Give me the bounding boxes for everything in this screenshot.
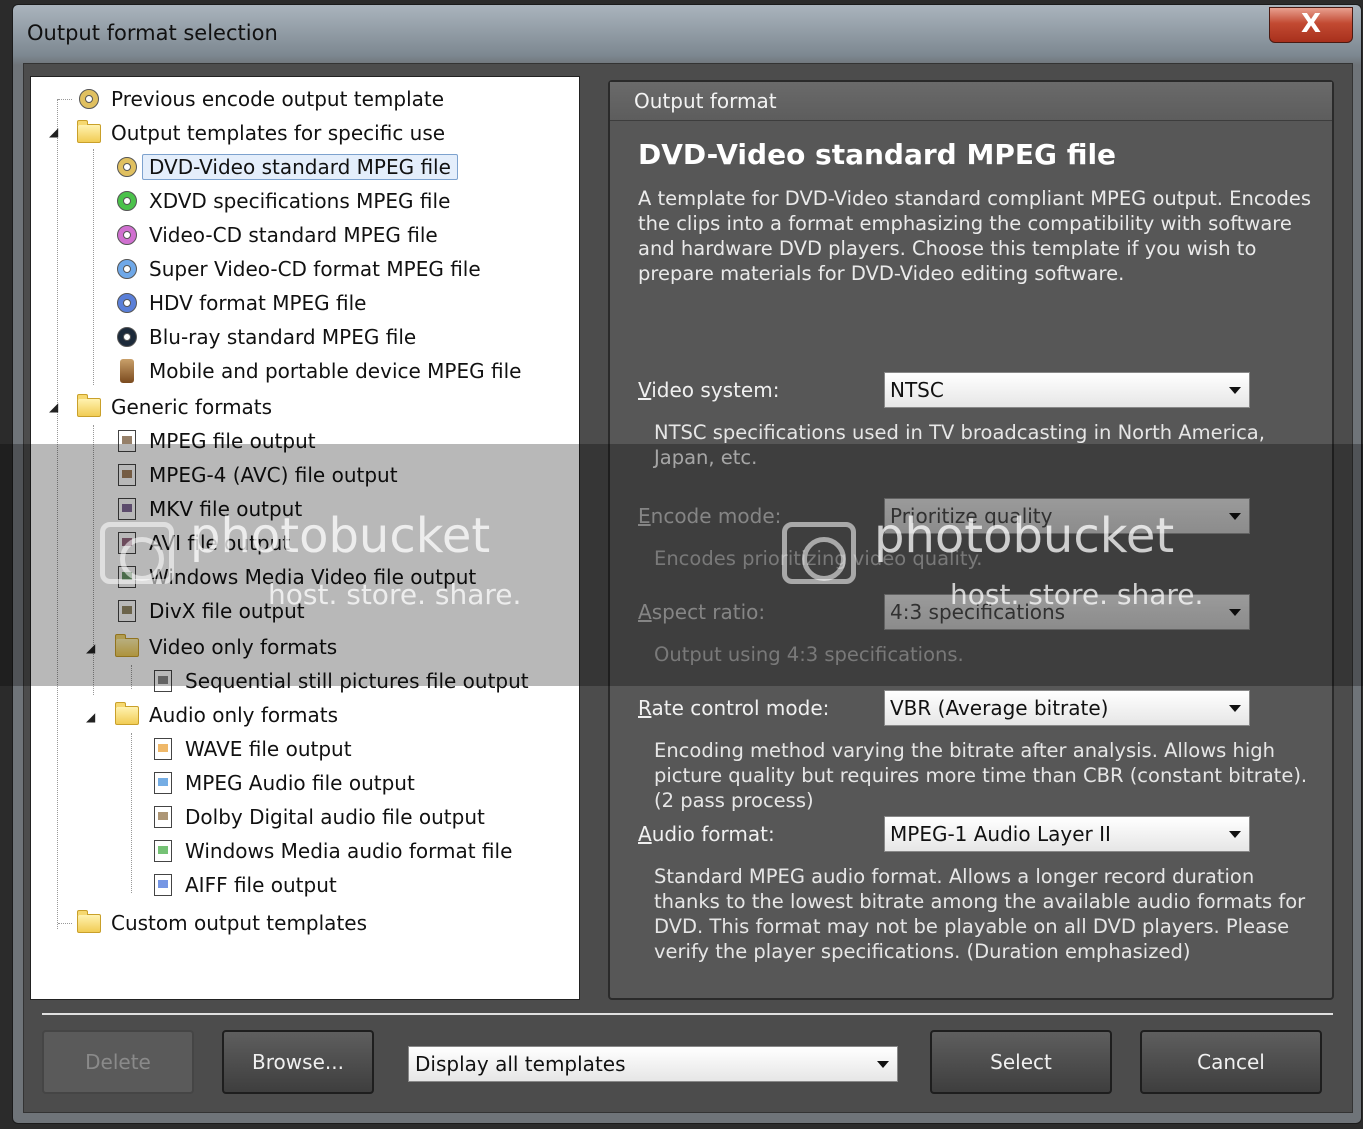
folder-icon (77, 119, 101, 145)
tree-item[interactable]: AVI file output (115, 527, 290, 559)
folder-icon (77, 909, 101, 935)
title-bar: Output format selection X (13, 5, 1361, 63)
tree-item[interactable]: Audio only formats (115, 699, 338, 731)
tree-item[interactable]: MPEG-4 (AVC) file output (115, 459, 398, 491)
select-button[interactable]: Select (930, 1030, 1112, 1094)
chevron-down-icon (877, 1061, 889, 1068)
tree-item[interactable]: MPEG file output (115, 425, 316, 457)
tree-item[interactable]: Generic formats (77, 391, 272, 423)
tree-item[interactable]: Windows Media Video file output (115, 561, 476, 593)
disc-icon (115, 325, 139, 349)
encode-mode-label: Encode mode: (638, 504, 782, 528)
disc-icon (115, 223, 139, 247)
folder-icon (77, 393, 101, 419)
chevron-down-icon (1229, 705, 1241, 712)
file-icon (115, 497, 139, 521)
phone-icon (115, 359, 139, 383)
tree-item[interactable]: Super Video-CD format MPEG file (115, 253, 481, 285)
chevron-down-icon (1229, 831, 1241, 838)
file-icon (115, 531, 139, 555)
format-title: DVD-Video standard MPEG file (638, 138, 1117, 171)
audio-format-select[interactable]: MPEG-1 Audio Layer II (884, 816, 1250, 852)
folder-icon (115, 701, 139, 727)
close-icon[interactable]: X (1301, 9, 1321, 39)
tree-item-selected[interactable]: DVD-Video standard MPEG file (115, 151, 458, 183)
expand-arrow-icon[interactable]: ◢ (49, 400, 58, 414)
tree-item[interactable]: MKV file output (115, 493, 302, 525)
tree-item[interactable]: Mobile and portable device MPEG file (115, 355, 521, 387)
rate-control-hint: Encoding method varying the bitrate afte… (654, 739, 1308, 812)
tree-item[interactable]: Custom output templates (77, 907, 367, 939)
disc-icon (115, 155, 139, 179)
audio-file-icon (151, 771, 175, 795)
file-icon (115, 565, 139, 589)
video-system-hint: NTSC specifications used in TV broadcast… (654, 421, 1265, 469)
encode-mode-hint: Encodes prioritizing video quality. (654, 547, 983, 570)
tree-item[interactable]: Blu-ray standard MPEG file (115, 321, 416, 353)
encode-mode-select[interactable]: Prioritize quality (884, 498, 1250, 534)
aspect-ratio-label: Aspect ratio: (638, 600, 766, 624)
tree-item[interactable]: AIFF file output (151, 869, 337, 901)
output-format-panel: Output format DVD-Video standard MPEG fi… (608, 80, 1334, 1000)
expand-arrow-icon[interactable]: ◢ (86, 641, 95, 655)
audio-format-hint: Standard MPEG audio format. Allows a lon… (654, 865, 1306, 963)
tree-item[interactable]: XDVD specifications MPEG file (115, 185, 450, 217)
tree-item[interactable]: Video-CD standard MPEG file (115, 219, 438, 251)
disc-icon (77, 87, 101, 111)
chevron-down-icon (1229, 609, 1241, 616)
audio-format-label: Audio format: (638, 822, 775, 846)
tree-item[interactable]: Sequential still pictures file output (151, 665, 529, 697)
expand-arrow-icon[interactable]: ◢ (86, 710, 95, 724)
close-button[interactable]: X (1269, 7, 1353, 43)
footer-divider (42, 1013, 1333, 1015)
rate-control-label: Rate control mode: (638, 696, 830, 720)
tree-item[interactable]: DivX file output (115, 595, 305, 627)
disc-icon (115, 291, 139, 315)
file-icon (115, 463, 139, 487)
audio-file-icon (151, 839, 175, 863)
format-description: A template for DVD-Video standard compli… (638, 187, 1312, 285)
tree-item[interactable]: MPEG Audio file output (151, 767, 415, 799)
tree-item[interactable]: Output templates for specific use (77, 117, 445, 149)
panel-header: Output format (610, 82, 1332, 121)
disc-icon (115, 257, 139, 281)
delete-button[interactable]: Delete (42, 1030, 194, 1094)
chevron-down-icon (1229, 513, 1241, 520)
tree-item[interactable]: Dolby Digital audio file output (151, 801, 485, 833)
aspect-ratio-hint: Output using 4:3 specifications. (654, 643, 964, 666)
file-icon (115, 429, 139, 453)
audio-file-icon (151, 873, 175, 897)
folder-icon (115, 633, 139, 659)
video-system-label: Video system: (638, 378, 780, 402)
browse-button[interactable]: Browse... (222, 1030, 374, 1094)
tree-item[interactable]: HDV format MPEG file (115, 287, 366, 319)
window-title: Output format selection (27, 21, 278, 45)
expand-arrow-icon[interactable]: ◢ (49, 125, 58, 139)
video-system-select[interactable]: NTSC (884, 372, 1250, 408)
tree-item[interactable]: Video only formats (115, 631, 337, 663)
tree-item[interactable]: Previous encode output template (77, 83, 444, 115)
template-filter-select[interactable]: Display all templates (408, 1046, 898, 1082)
audio-file-icon (151, 805, 175, 829)
tree-item[interactable]: WAVE file output (151, 733, 352, 765)
audio-file-icon (151, 737, 175, 761)
file-icon (115, 599, 139, 623)
aspect-ratio-select[interactable]: 4:3 specifications (884, 594, 1250, 630)
image-file-icon (151, 669, 175, 693)
rate-control-select[interactable]: VBR (Average bitrate) (884, 690, 1250, 726)
chevron-down-icon (1229, 387, 1241, 394)
cancel-button[interactable]: Cancel (1140, 1030, 1322, 1094)
disc-icon (115, 189, 139, 213)
template-tree[interactable]: ◢ ◢ ◢ ◢ Previous encode output template … (30, 76, 580, 1000)
tree-item[interactable]: Windows Media audio format file (151, 835, 512, 867)
